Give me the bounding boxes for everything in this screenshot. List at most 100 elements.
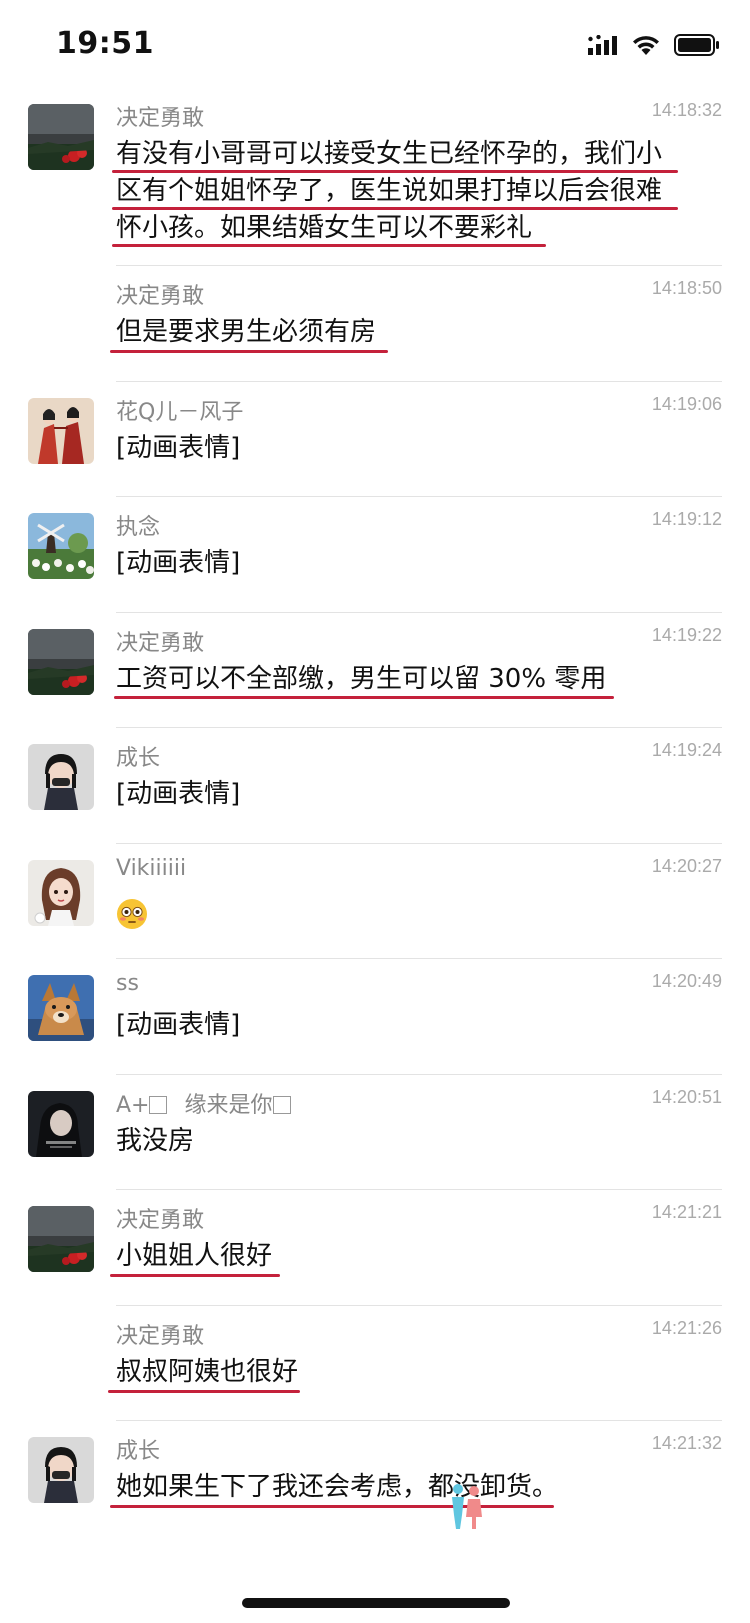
message-text: 小姐姐人很好 bbox=[116, 1238, 710, 1275]
red-robe-couple-avatar-icon bbox=[28, 398, 94, 464]
message-time: 14:18:50 bbox=[651, 278, 722, 298]
highlight-underline bbox=[110, 1274, 280, 1277]
status-time: 19:51 bbox=[56, 26, 154, 61]
avatar[interactable] bbox=[28, 1437, 94, 1503]
message-text bbox=[116, 892, 710, 941]
sender-name: 决定勇敢 bbox=[116, 631, 205, 656]
avatar[interactable] bbox=[28, 104, 94, 170]
sender-name: 决定勇敢 bbox=[116, 284, 205, 309]
sender-name-suffix: 缘来是你 bbox=[184, 1093, 273, 1118]
checkbox-glyph-icon bbox=[149, 1096, 168, 1114]
cartoon-girl-avatar-icon bbox=[28, 860, 94, 926]
dog-avatar-icon bbox=[28, 975, 94, 1041]
message-time: 14:18:32 bbox=[651, 100, 722, 120]
sender-name: Vikiiiiii bbox=[116, 856, 187, 881]
avatar[interactable] bbox=[28, 1091, 94, 1157]
message-line: [动画表情] bbox=[116, 548, 241, 578]
message-line: 小姐姐人很好 bbox=[116, 1241, 273, 1271]
checkbox-glyph-icon bbox=[272, 1096, 291, 1114]
message-time: 14:20:49 bbox=[651, 971, 722, 991]
sender-name: 决定勇敢 bbox=[116, 1324, 205, 1349]
message-line: 叔叔阿姨也很好 bbox=[116, 1357, 299, 1387]
highlight-underline bbox=[112, 207, 678, 210]
message-time: 14:19:24 bbox=[651, 740, 722, 760]
avatar[interactable] bbox=[28, 398, 94, 464]
chat-screen: 19:51 决定勇敢 14:18:32 有没有小哥哥可以接受女生已经怀孕的，我们… bbox=[0, 0, 750, 1623]
message-time: 14:21:32 bbox=[651, 1433, 722, 1453]
message-text: [动画表情] bbox=[116, 776, 710, 813]
battery-icon bbox=[674, 34, 719, 56]
avatar[interactable] bbox=[28, 975, 94, 1041]
message-text: 我没房 bbox=[116, 1123, 710, 1160]
girl-portrait-avatar-icon bbox=[28, 1437, 94, 1503]
wifi-icon bbox=[633, 36, 659, 55]
sender-name: 花Q儿－风子 bbox=[116, 400, 244, 425]
girl-portrait-avatar-icon bbox=[28, 744, 94, 810]
chat-message-list[interactable]: 决定勇敢 14:18:32 有没有小哥哥可以接受女生已经怀孕的，我们小 区有个姐… bbox=[0, 88, 750, 1531]
message-text: [动画表情] bbox=[116, 545, 710, 582]
sender-name: 决定勇敢 bbox=[116, 106, 205, 131]
highlight-underline bbox=[112, 244, 546, 247]
chat-message[interactable]: 花Q儿－风子 14:19:06 [动画表情] bbox=[0, 382, 750, 497]
avatar[interactable] bbox=[28, 860, 94, 926]
dark-field-avatar-icon bbox=[28, 104, 94, 170]
flushed-face-emoji-icon bbox=[117, 899, 147, 929]
message-line: [动画表情] bbox=[116, 779, 241, 809]
chat-message[interactable]: 决定勇敢 14:21:21 小姐姐人很好 bbox=[0, 1190, 750, 1306]
message-time: 14:19:06 bbox=[651, 394, 722, 414]
message-text: 工资可以不全部缴，男生可以留 30% 零用 bbox=[116, 661, 710, 698]
windmill-garden-avatar-icon bbox=[28, 513, 94, 579]
message-text: 但是要求男生必须有房 bbox=[116, 314, 710, 351]
message-line: 我没房 bbox=[116, 1126, 195, 1156]
dark-portrait-avatar-icon bbox=[28, 1091, 94, 1157]
message-line: 区有个姐姐怀孕了，医生说如果打掉以后会很难 bbox=[116, 176, 663, 206]
chat-message[interactable]: 决定勇敢 14:21:26 叔叔阿姨也很好 bbox=[0, 1306, 750, 1421]
message-text: [动画表情] bbox=[116, 430, 710, 467]
highlight-underline bbox=[112, 170, 678, 173]
avatar[interactable] bbox=[28, 629, 94, 695]
message-text: [动画表情] bbox=[116, 1007, 710, 1044]
sender-name: 成长 bbox=[116, 746, 161, 771]
avatar[interactable] bbox=[28, 1206, 94, 1272]
message-text: 有没有小哥哥可以接受女生已经怀孕的，我们小 区有个姐姐怀孕了，医生说如果打掉以后… bbox=[116, 136, 710, 247]
chat-message[interactable]: 执念 14:19:12 [动画表情] bbox=[0, 497, 750, 613]
sender-name: A+ 缘来是你 bbox=[116, 1087, 291, 1119]
status-bar: 19:51 bbox=[0, 0, 750, 88]
sender-name: 执念 bbox=[116, 515, 161, 540]
message-time: 14:20:51 bbox=[651, 1087, 722, 1107]
message-time: 14:20:27 bbox=[651, 856, 722, 876]
message-line: 她如果生下了我还会考虑，都没卸货。 bbox=[116, 1472, 559, 1502]
chat-message[interactable]: 成长 14:21:32 她如果生下了我还会考虑，都没卸货。 bbox=[0, 1421, 750, 1531]
chat-message[interactable]: 决定勇敢 14:19:22 工资可以不全部缴，男生可以留 30% 零用 bbox=[0, 613, 750, 728]
message-text: 叔叔阿姨也很好 bbox=[116, 1354, 710, 1391]
message-line: 但是要求男生必须有房 bbox=[116, 317, 377, 347]
avatar[interactable] bbox=[28, 744, 94, 810]
sender-name: 决定勇敢 bbox=[116, 1208, 205, 1233]
message-time: 14:19:22 bbox=[651, 625, 722, 645]
highlight-underline bbox=[114, 696, 614, 699]
sender-name: ss bbox=[116, 971, 139, 996]
chat-message[interactable]: ss 14:20:49 [动画表情] bbox=[0, 959, 750, 1075]
highlight-underline bbox=[108, 1390, 300, 1393]
avatar[interactable] bbox=[28, 513, 94, 579]
chat-message[interactable]: 决定勇敢 14:18:50 但是要求男生必须有房 bbox=[0, 266, 750, 382]
couple-figures-watermark-icon bbox=[452, 1484, 482, 1529]
sender-name-part: A+ bbox=[116, 1093, 150, 1118]
message-text: 她如果生下了我还会考虑，都没卸货。 bbox=[116, 1469, 710, 1506]
dark-field-avatar-icon bbox=[28, 1206, 94, 1272]
chat-message[interactable]: 决定勇敢 14:18:32 有没有小哥哥可以接受女生已经怀孕的，我们小 区有个姐… bbox=[0, 88, 750, 266]
message-time: 14:19:12 bbox=[651, 509, 722, 529]
sender-name: 成长 bbox=[116, 1439, 161, 1464]
message-time: 14:21:26 bbox=[651, 1318, 722, 1338]
chat-message[interactable]: A+ 缘来是你 14:20:51 我没房 bbox=[0, 1075, 750, 1190]
message-line: 怀小孩。如果结婚女生可以不要彩礼 bbox=[116, 213, 533, 243]
home-indicator[interactable] bbox=[242, 1598, 510, 1608]
message-line: 工资可以不全部缴，男生可以留 30% 零用 bbox=[116, 664, 607, 694]
message-line: [动画表情] bbox=[116, 433, 241, 463]
message-line: 有没有小哥哥可以接受女生已经怀孕的，我们小 bbox=[116, 139, 663, 169]
chat-message[interactable]: 成长 14:19:24 [动画表情] bbox=[0, 728, 750, 844]
chat-message[interactable]: Vikiiiiii 14:20:27 bbox=[0, 844, 750, 959]
message-time: 14:21:21 bbox=[651, 1202, 722, 1222]
dark-field-avatar-icon bbox=[28, 629, 94, 695]
message-line: [动画表情] bbox=[116, 1010, 241, 1040]
